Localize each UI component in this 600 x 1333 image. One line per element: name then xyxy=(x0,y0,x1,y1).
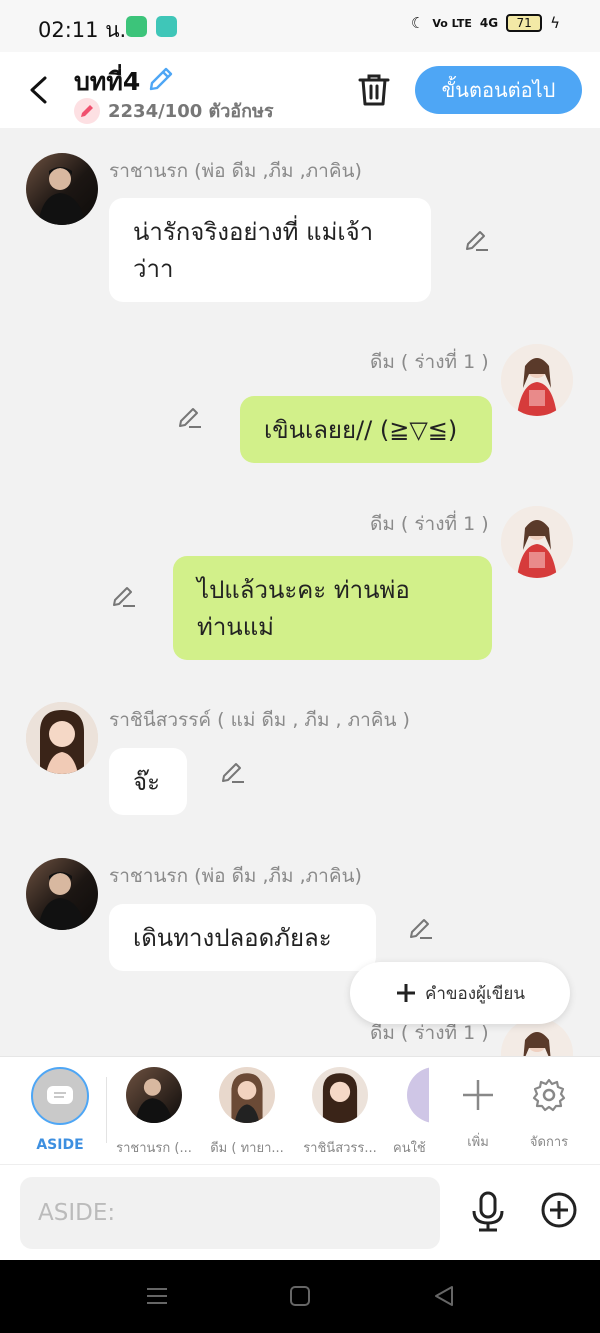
pencil-icon[interactable] xyxy=(407,915,435,943)
char-count: 2234/100 ตัวอักษร xyxy=(108,101,274,122)
edit-title-button[interactable] xyxy=(146,64,176,98)
character-item[interactable]: ราชานรก (... xyxy=(109,1067,199,1158)
message-text: ท่านแม่ xyxy=(197,613,274,641)
char-count-row: 2234/100 ตัวอักษร xyxy=(74,96,274,125)
avatar[interactable] xyxy=(26,702,98,774)
plus-icon xyxy=(396,984,415,1002)
message-bubble[interactable]: น่ารักจริงอย่างที่ แม่เจ้า ว่าา xyxy=(109,198,431,302)
avatar[interactable] xyxy=(26,153,98,225)
author-note-label: คำของผู้เขียน xyxy=(424,983,526,1004)
back-button[interactable] xyxy=(20,68,56,112)
status-bar: 02:11 น. ☾ Vo LTE 4G 71 ϟ xyxy=(0,0,600,52)
charging-icon: ϟ xyxy=(550,14,560,32)
top-bar: บทที่4 2234/100 ตัวอักษร ขั้นตอนต่อไป xyxy=(0,52,600,128)
pencil-icon xyxy=(149,67,173,91)
message-text: น่ารักจริงอย่างที่ แม่เจ้า xyxy=(133,218,374,246)
next-step-button[interactable]: ขั้นตอนต่อไป xyxy=(415,66,582,114)
microphone-icon xyxy=(472,1191,504,1232)
character-item[interactable]: ดีม ( ทายา... xyxy=(202,1067,292,1158)
message-text: เดินทางปลอดภัยละ xyxy=(133,924,332,952)
sender-name: ราชานรก (พ่อ ดีม ,ภีม ,ภาคิน) xyxy=(109,160,362,182)
avatar[interactable] xyxy=(26,858,98,930)
avatar[interactable] xyxy=(501,344,573,416)
gear-icon xyxy=(532,1078,566,1112)
pencil-icon[interactable] xyxy=(176,404,204,432)
input-bar xyxy=(0,1164,600,1260)
status-time: 02:11 น. xyxy=(38,18,127,42)
message-bubble[interactable]: เขินเลยย// (≧▽≦) xyxy=(240,396,492,463)
divider xyxy=(106,1077,107,1143)
menu-icon[interactable] xyxy=(145,1284,169,1308)
chat-area[interactable]: ราชานรก (พ่อ ดีม ,ภีม ,ภาคิน) น่ารักจริง… xyxy=(0,128,600,1056)
message-text: ไปแล้วนะคะ ท่านพ่อ xyxy=(197,576,410,604)
home-icon[interactable] xyxy=(288,1284,312,1308)
avatar xyxy=(126,1067,182,1123)
plus-icon xyxy=(463,1080,493,1110)
sender-name: ดีม ( ร่างที่ 1 ) xyxy=(370,513,489,535)
chat-bubble-icon xyxy=(47,1086,73,1104)
sender-name: ดีม ( ร่างที่ 1 ) xyxy=(370,351,489,373)
delete-button[interactable] xyxy=(354,70,394,110)
moon-icon: ☾ xyxy=(410,14,425,32)
avatar xyxy=(219,1067,275,1123)
app-notification-icon xyxy=(126,16,147,37)
character-item[interactable]: คนใช้ xyxy=(381,1067,429,1158)
character-aside[interactable]: ASIDE xyxy=(15,1067,105,1153)
pencil-icon[interactable] xyxy=(219,759,247,787)
message-text: เขินเลยย// (≧▽≦) xyxy=(264,416,458,444)
avatar xyxy=(407,1067,429,1123)
character-item[interactable]: ราชินีสวรร... xyxy=(295,1067,385,1158)
back-nav-icon[interactable] xyxy=(432,1284,456,1308)
chevron-left-icon xyxy=(30,76,47,104)
add-button[interactable] xyxy=(540,1191,578,1233)
manage-characters-button[interactable]: จัดการ xyxy=(504,1067,594,1152)
message-input[interactable] xyxy=(20,1177,440,1249)
mic-button[interactable] xyxy=(468,1191,508,1237)
battery-icon: 71 xyxy=(506,14,543,32)
signal-icon: 4G xyxy=(479,16,499,30)
character-label: คนใช้ xyxy=(393,1141,426,1156)
plus-circle-icon xyxy=(541,1192,577,1228)
message-bubble[interactable]: จ๊ะ xyxy=(109,748,187,815)
author-note-button[interactable]: คำของผู้เขียน xyxy=(350,962,570,1024)
sender-name: ราชินีสวรรค์ ( แม่ ดีม , ภีม , ภาคิน ) xyxy=(109,709,410,731)
status-right: ☾ Vo LTE 4G 71 ϟ xyxy=(411,14,560,32)
aside-avatar xyxy=(31,1067,89,1125)
manage-label: จัดการ xyxy=(529,1135,569,1150)
volte-icon: Vo LTE xyxy=(432,16,472,30)
avatar xyxy=(312,1067,368,1123)
character-label: ราชินีสวรร... xyxy=(303,1141,377,1156)
system-nav-bar xyxy=(0,1260,600,1333)
character-bar: ASIDE ราชานรก (... ดีม ( ทายา... ราชินีส… xyxy=(0,1056,600,1164)
message-text: จ๊ะ xyxy=(133,768,160,796)
message-bubble[interactable]: ไปแล้วนะคะ ท่านพ่อ ท่านแม่ xyxy=(173,556,492,660)
chat-notification-icon xyxy=(156,16,177,37)
pencil-icon[interactable] xyxy=(110,583,138,611)
avatar[interactable] xyxy=(501,506,573,578)
sender-name: ราชานรก (พ่อ ดีม ,ภีม ,ภาคิน) xyxy=(109,865,362,887)
trash-icon xyxy=(358,74,390,106)
message-text: ว่าา xyxy=(133,255,174,283)
character-label: ASIDE xyxy=(36,1137,84,1153)
pencil-badge-icon xyxy=(74,97,100,124)
pencil-icon[interactable] xyxy=(463,227,491,255)
message-bubble[interactable]: เดินทางปลอดภัยละ xyxy=(109,904,376,971)
character-label: ดีม ( ทายา... xyxy=(210,1141,284,1156)
character-label: ราชานรก (... xyxy=(116,1141,192,1156)
